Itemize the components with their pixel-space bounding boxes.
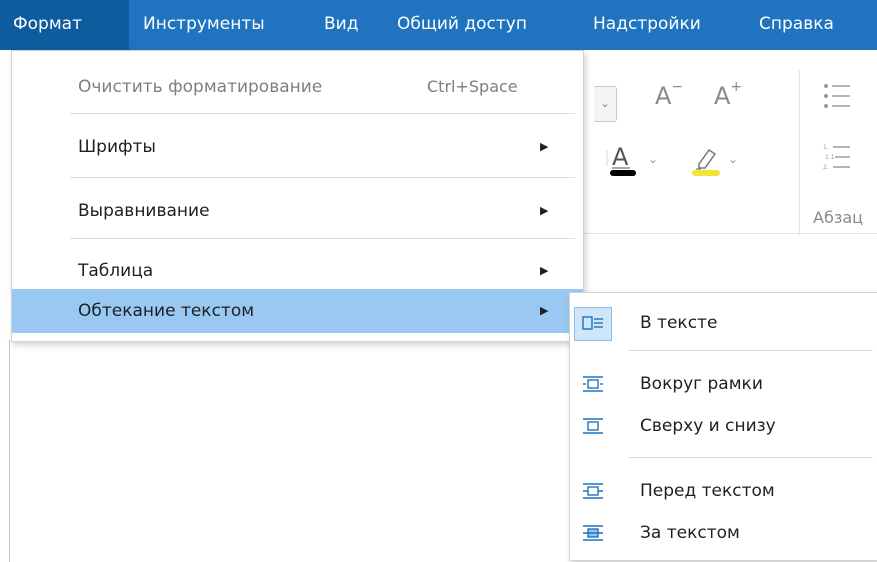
menu-separator xyxy=(70,238,575,239)
menu-item-label: Выравнивание xyxy=(78,201,210,221)
menu-sharing[interactable]: Общий доступ xyxy=(397,0,527,50)
text-wrap-submenu: В тексте Вокруг рамки Сверху и снизу Пер… xyxy=(569,292,877,561)
wrap-top-bottom-icon xyxy=(583,418,603,434)
svg-text:1.: 1. xyxy=(823,144,829,151)
text-color-dropdown-arrow[interactable]: ⌄ xyxy=(648,152,658,166)
paragraph-group-label: Абзац xyxy=(813,208,864,227)
wrap-option-behind[interactable]: За текстом xyxy=(570,513,877,553)
wrap-option-label: Перед текстом xyxy=(640,481,775,501)
increase-font-sup: + xyxy=(730,79,743,95)
ribbon-bottom-border xyxy=(580,233,877,234)
wrap-option-top-bottom[interactable]: Сверху и снизу xyxy=(570,406,877,446)
wrap-square-icon xyxy=(583,376,603,392)
menu-bar: Формат Инструменты Вид Общий доступ Надс… xyxy=(0,0,877,50)
menu-tools[interactable]: Инструменты xyxy=(143,0,265,50)
document-left-border xyxy=(9,340,10,562)
svg-text:A: A xyxy=(612,143,629,171)
menu-item-label: Шрифты xyxy=(78,137,156,157)
numbered-list-icon[interactable]: 1. 1.1 2. xyxy=(823,142,851,176)
submenu-arrow-icon: ▶ xyxy=(540,140,549,153)
format-menu: Очистить форматирование Ctrl+Space Шрифт… xyxy=(11,50,584,342)
menu-item-clear-formatting[interactable]: Очистить форматирование Ctrl+Space xyxy=(12,63,583,111)
wrap-in-front-icon xyxy=(583,483,603,499)
submenu-separator xyxy=(628,350,873,351)
increase-font-label: A xyxy=(714,82,731,110)
wrap-inline-icon xyxy=(582,316,603,330)
ribbon-separator xyxy=(799,70,800,235)
wrap-option-label: Вокруг рамки xyxy=(640,374,763,394)
submenu-arrow-icon: ▶ xyxy=(540,264,549,277)
submenu-arrow-icon: ▶ xyxy=(540,204,549,217)
menu-item-fonts[interactable]: Шрифты ▶ xyxy=(12,123,583,171)
svg-text:2.: 2. xyxy=(823,164,829,171)
wrap-option-label: Сверху и снизу xyxy=(640,416,776,436)
svg-text:1.1: 1.1 xyxy=(825,154,835,161)
wrap-option-label: В тексте xyxy=(640,313,718,333)
bulleted-list-icon[interactable] xyxy=(823,81,851,115)
submenu-arrow-icon: ▶ xyxy=(540,304,549,317)
decrease-font-sup: − xyxy=(671,79,684,95)
decrease-font-size-button[interactable]: A− xyxy=(655,79,684,110)
menu-item-table[interactable]: Таблица ▶ xyxy=(12,247,583,295)
increase-font-size-button[interactable]: A+ xyxy=(714,79,743,110)
menu-item-label: Очистить форматирование xyxy=(78,77,323,97)
decrease-font-label: A xyxy=(655,82,672,110)
menu-item-shortcut: Ctrl+Space xyxy=(427,77,518,96)
menu-separator xyxy=(70,113,575,114)
wrap-option-inline[interactable]: В тексте xyxy=(570,303,877,343)
menu-view[interactable]: Вид xyxy=(324,0,358,50)
text-color-button[interactable]: A xyxy=(604,140,644,188)
highlight-color-button[interactable] xyxy=(688,138,724,184)
menu-addons[interactable]: Надстройки xyxy=(593,0,701,50)
highlight-color-dropdown-arrow[interactable]: ⌄ xyxy=(728,152,738,166)
menu-item-alignment[interactable]: Выравнивание ▶ xyxy=(12,187,583,235)
menu-format[interactable]: Формат xyxy=(0,0,129,50)
menu-separator xyxy=(70,177,575,178)
wrap-option-label: За текстом xyxy=(640,523,740,543)
menu-item-text-wrap[interactable]: Обтекание текстом ▶ xyxy=(12,289,583,333)
wrap-option-in-front[interactable]: Перед текстом xyxy=(570,471,877,511)
menu-item-label: Таблица xyxy=(78,261,154,281)
menu-item-label: Обтекание текстом xyxy=(78,301,255,321)
wrap-behind-icon xyxy=(583,525,603,541)
menu-help[interactable]: Справка xyxy=(759,0,834,50)
wrap-option-square[interactable]: Вокруг рамки xyxy=(570,364,877,404)
font-size-dropdown[interactable]: ⌄ xyxy=(594,86,617,122)
submenu-separator xyxy=(628,457,873,458)
